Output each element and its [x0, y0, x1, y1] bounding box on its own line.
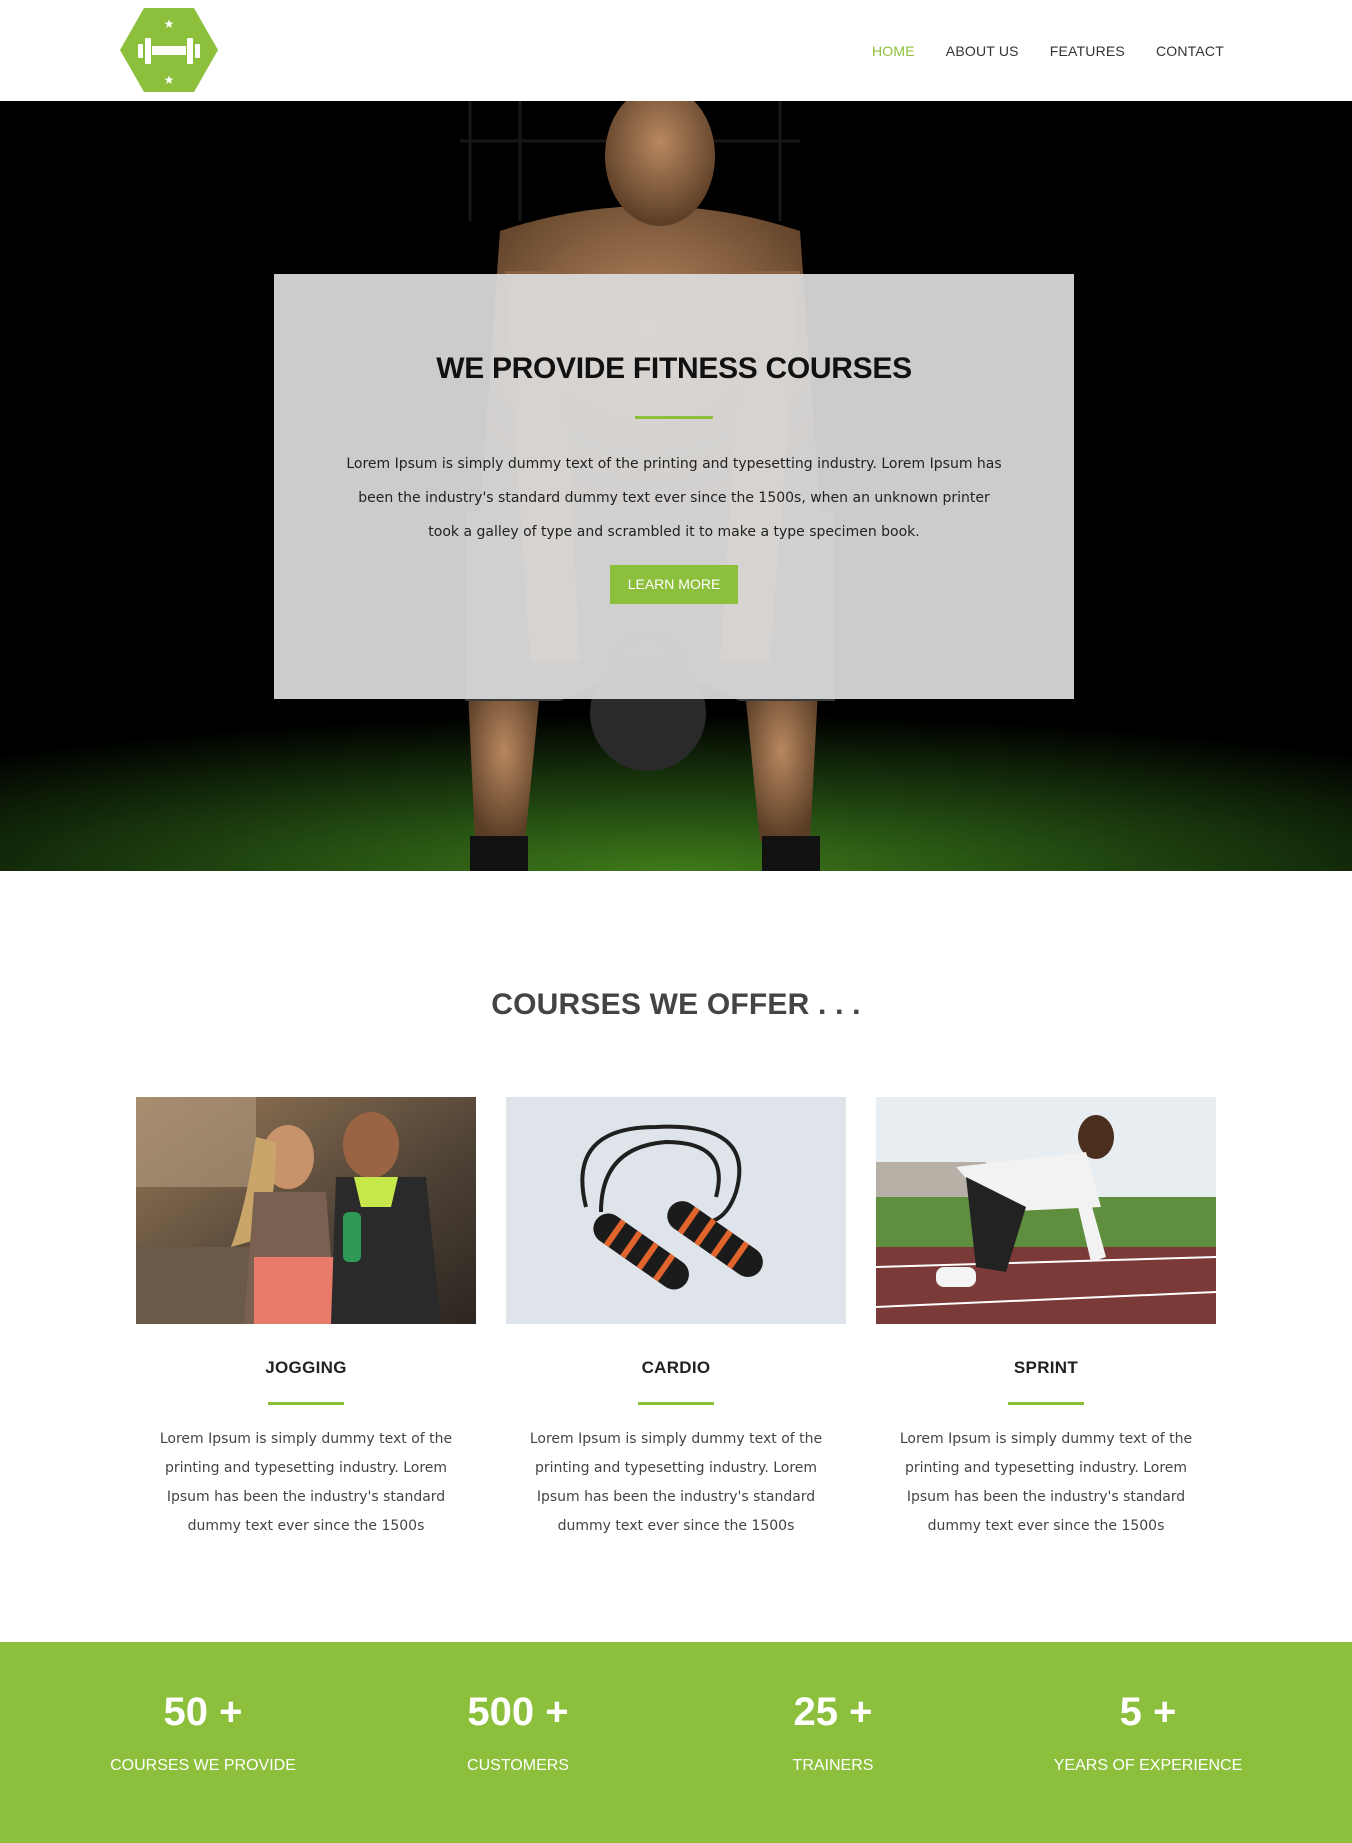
stat-value: 25 + [793, 1690, 873, 1734]
hero-title: WE PROVIDE FITNESS COURSES [436, 352, 912, 385]
stat-trainers: 25 + TRAINERS [703, 1690, 963, 1775]
stat-courses: 50 + COURSES WE PROVIDE [73, 1690, 333, 1775]
stat-label: CUSTOMERS [467, 1757, 569, 1774]
stat-value: 500 + [467, 1690, 569, 1734]
main-nav: HOME ABOUT US FEATURES CONTACT [872, 0, 1224, 101]
stat-label: TRAINERS [792, 1757, 874, 1774]
nav-about-us[interactable]: ABOUT US [946, 43, 1019, 59]
stat-value: 50 + [163, 1690, 243, 1734]
courses-section-title: COURSES WE OFFER . . . [491, 988, 861, 1021]
stat-label: COURSES WE PROVIDE [110, 1757, 296, 1774]
dumbbell-logo-icon[interactable]: ★ ★ [120, 8, 218, 92]
stat-value: 5 + [1119, 1690, 1177, 1734]
course-description: Lorem Ipsum is simply dummy text of the … [899, 1431, 1193, 1534]
nav-home[interactable]: HOME [872, 43, 915, 59]
course-divider [1008, 1402, 1084, 1405]
course-description: Lorem Ipsum is simply dummy text of the … [159, 1431, 453, 1534]
stat-customers: 500 + CUSTOMERS [388, 1690, 648, 1775]
course-card-sprint[interactable]: SPRINT Lorem Ipsum is simply dummy text … [876, 1097, 1216, 1541]
nav-features[interactable]: FEATURES [1050, 43, 1125, 59]
hero-content-box: WE PROVIDE FITNESS COURSES Lorem Ipsum i… [274, 274, 1074, 699]
cardio-photo [506, 1097, 846, 1324]
svg-text:★: ★ [164, 73, 175, 87]
course-description: Lorem Ipsum is simply dummy text of the … [529, 1431, 823, 1534]
site-header: ★ ★ HOME ABOUT US FEATURES CONTACT [0, 0, 1352, 101]
hero-section: WE PROVIDE FITNESS COURSES Lorem Ipsum i… [0, 101, 1352, 871]
course-name: JOGGING [265, 1358, 347, 1377]
course-name: SPRINT [1013, 1358, 1079, 1377]
hero-divider [635, 416, 713, 419]
course-divider [638, 1402, 714, 1405]
course-name: CARDIO [641, 1358, 711, 1377]
stats-section: 50 + COURSES WE PROVIDE 500 + CUSTOMERS … [0, 1642, 1352, 1843]
sprint-photo [876, 1097, 1216, 1324]
hero-description: Lorem Ipsum is simply dummy text of the … [346, 456, 1002, 540]
stat-experience: 5 + YEARS OF EXPERIENCE [1018, 1690, 1278, 1775]
learn-more-button[interactable]: LEARN MORE [610, 565, 738, 604]
svg-text:★: ★ [164, 17, 175, 31]
stat-label: YEARS OF EXPERIENCE [1053, 1757, 1243, 1774]
course-divider [268, 1402, 344, 1405]
nav-contact[interactable]: CONTACT [1156, 43, 1224, 59]
course-card-cardio[interactable]: CARDIO Lorem Ipsum is simply dummy text … [506, 1097, 846, 1541]
jogging-photo [136, 1097, 476, 1324]
course-card-jogging[interactable]: JOGGING Lorem Ipsum is simply dummy text… [136, 1097, 476, 1541]
